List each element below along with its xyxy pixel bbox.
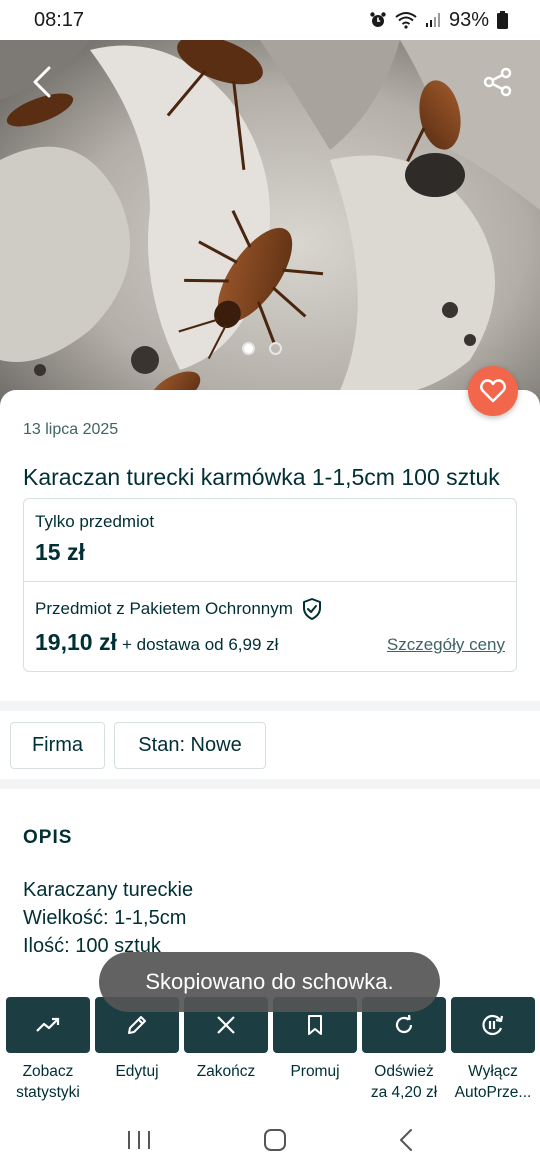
status-bar: 08:17 93% [0, 0, 540, 40]
alarm-icon [370, 12, 386, 27]
description-line: Karaczany tureckie [23, 879, 194, 901]
description-line: Wielkość: 1-1,5cm [23, 907, 187, 929]
tag-seller-type: Firma [10, 722, 105, 769]
autorenew-pause-icon [482, 1014, 504, 1036]
pencil-icon [128, 1016, 146, 1034]
refresh-action[interactable]: Odśwież za 4,20 zł [362, 997, 446, 1103]
item-only-label: Tylko przedmiot [35, 512, 155, 531]
protection-label: Przedmiot z Pakietem Ochronnym [35, 599, 293, 618]
share-button[interactable] [478, 62, 518, 102]
tag-condition: Stan: Nowe [114, 722, 266, 769]
recent-apps-icon[interactable] [126, 1129, 152, 1151]
back-nav-icon[interactable] [398, 1128, 414, 1152]
battery-icon [497, 11, 508, 29]
refresh-icon [395, 1014, 413, 1034]
shipping-cost: + dostawa od 6,99 zł [122, 635, 279, 654]
system-nav-bar [0, 1110, 540, 1170]
trend-chart-icon [36, 1017, 60, 1032]
autorenew-action[interactable]: Wyłącz AutoPrze... [451, 997, 535, 1103]
listing-date: 13 lipca 2025 [23, 421, 119, 438]
heart-icon [480, 379, 506, 403]
photo-pagination [242, 342, 282, 355]
price-details-link[interactable]: Szczegóły ceny [387, 635, 505, 655]
autorenew-label: Wyłącz AutoPrze... [454, 1063, 532, 1101]
protection-label-row: Przedmiot z Pakietem Ochronnym [35, 597, 323, 621]
photo-dot-active[interactable] [242, 342, 255, 355]
owner-actions-bar: Zobacz statystyki Edytuj Zakończ Promuj O… [0, 997, 540, 1107]
back-button[interactable] [22, 62, 62, 102]
stats-action[interactable]: Zobacz statystyki [6, 997, 90, 1103]
stats-button[interactable] [6, 997, 90, 1053]
favorite-button[interactable] [468, 366, 518, 416]
section-divider [0, 701, 540, 711]
chevron-left-icon [33, 66, 51, 98]
home-icon[interactable] [263, 1128, 287, 1152]
signal-icon [425, 13, 440, 27]
listing-title: Karaczan turecki karmówka 1-1,5cm 100 sz… [23, 464, 500, 490]
protection-price: 19,10 zł [35, 629, 117, 655]
battery-percent: 93% [448, 8, 489, 31]
description-heading: OPIS [23, 827, 73, 848]
item-only-price: 15 zł [35, 539, 85, 565]
price-box: Tylko przedmiot 15 zł Przedmiot z Pakiet… [23, 498, 517, 672]
bookmark-icon [308, 1015, 322, 1035]
autorenew-button[interactable] [451, 997, 535, 1053]
photo-dot[interactable] [269, 342, 282, 355]
share-icon [483, 67, 512, 97]
clipboard-toast: Skopiowano do schowka. [99, 952, 440, 1012]
shield-check-icon[interactable] [301, 597, 323, 621]
wifi-icon [395, 12, 417, 29]
listing-photo[interactable] [0, 40, 540, 410]
status-icons: 93% [369, 9, 508, 32]
section-divider [0, 779, 540, 789]
status-time: 08:17 [34, 8, 85, 31]
close-icon [217, 1016, 235, 1034]
